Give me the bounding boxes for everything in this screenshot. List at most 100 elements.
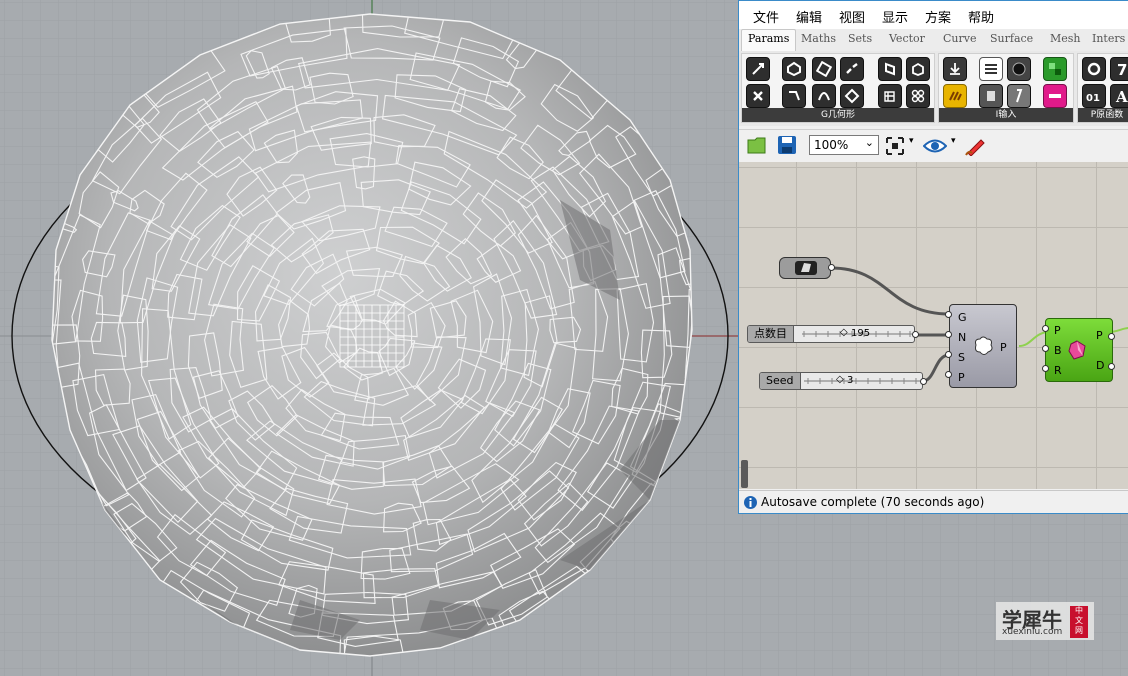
svg-text:01: 01 xyxy=(1086,93,1100,104)
watermark-sub: xuexiniu.com xyxy=(1002,627,1063,637)
line-param-icon[interactable] xyxy=(782,84,806,108)
voronoi-input-r: R xyxy=(1054,364,1062,377)
voronoi-output-p: P xyxy=(1096,329,1103,342)
panel-geometry-label[interactable]: G几何形 xyxy=(742,108,934,122)
canvas-toolbar: 100% ⌄ ▾ ▾ xyxy=(739,129,1128,163)
populate-pin-g[interactable] xyxy=(945,311,952,318)
chevron-down-icon: ⌄ xyxy=(864,136,874,149)
slider-point-count-value: 195 xyxy=(851,328,871,339)
circle-primitive-icon[interactable] xyxy=(1082,57,1106,81)
tab-maths[interactable]: Maths xyxy=(801,32,836,45)
slider-knob-icon[interactable]: ◇ xyxy=(836,374,844,385)
menu-help[interactable]: 帮助 xyxy=(968,7,994,26)
menu-bar: 文件 编辑 视图 显示 方案 帮助 xyxy=(739,1,1128,29)
voronoi-pin-b[interactable] xyxy=(1042,345,1049,352)
tab-surface[interactable]: Surface xyxy=(990,32,1033,45)
geometry-param-node[interactable] xyxy=(779,257,831,279)
input-port-n: N xyxy=(958,331,967,344)
watermark-badge-char: 文 xyxy=(1075,616,1083,625)
slider-seed-pin[interactable] xyxy=(920,378,927,385)
zoom-dropdown[interactable]: 100% ⌄ xyxy=(809,135,879,155)
value-list-icon[interactable] xyxy=(979,57,1003,81)
dropdown-arrow-icon[interactable]: ▾ xyxy=(909,136,914,146)
component-tabs: Params Maths Sets Vector Curve Surface M… xyxy=(739,29,1128,52)
boolean-icon[interactable]: 01 xyxy=(1082,84,1106,108)
svg-text:A: A xyxy=(1115,88,1128,104)
slider-point-count-pin[interactable] xyxy=(912,331,919,338)
tab-sets[interactable]: Sets xyxy=(848,32,872,45)
boolean-toggle-icon[interactable] xyxy=(1007,57,1031,81)
panel-input-label[interactable]: I输入 xyxy=(939,108,1073,122)
surface-param-icon[interactable] xyxy=(878,57,902,81)
tab-curve[interactable]: Curve xyxy=(943,32,976,45)
watermark-logo: 学犀牛 xuexiniu.com 中 文 网 xyxy=(996,602,1094,640)
voronoi-pin-out-p[interactable] xyxy=(1108,333,1115,340)
panel-primitive: 7 01 A P原函数 xyxy=(1077,53,1128,123)
output-port-p: P xyxy=(1000,341,1007,354)
populate-pin-n[interactable] xyxy=(945,331,952,338)
voronoi-pin-out-d[interactable] xyxy=(1108,363,1115,370)
sketch-brush-icon[interactable] xyxy=(965,136,987,156)
arc-param-icon[interactable] xyxy=(812,84,836,108)
gradient-icon[interactable] xyxy=(943,84,967,108)
preview-eye-icon[interactable] xyxy=(923,137,947,155)
save-file-icon[interactable] xyxy=(777,135,797,155)
zoom-extents-icon[interactable] xyxy=(885,136,905,156)
grasshopper-canvas[interactable]: 点数目 ◇ 195 Seed ◇ 3 G N S P P P B R P D xyxy=(739,162,1128,489)
voronoi-pin-r[interactable] xyxy=(1042,365,1049,372)
panel-input: I输入 xyxy=(938,53,1074,123)
slider-point-count[interactable]: 点数目 ◇ 195 xyxy=(747,325,915,343)
populate-pin-p[interactable] xyxy=(945,371,952,378)
box-param-icon[interactable] xyxy=(812,57,836,81)
populate-icon xyxy=(975,336,993,355)
status-text: Autosave complete (70 seconds ago) xyxy=(761,495,985,509)
button-icon[interactable] xyxy=(979,84,1003,108)
curve-param-icon[interactable] xyxy=(840,57,864,81)
integer-icon[interactable]: 7 xyxy=(1110,57,1128,81)
status-bar: Autosave complete (70 seconds ago) xyxy=(739,490,1128,513)
tab-inters[interactable]: Inters xyxy=(1092,32,1125,45)
menu-display[interactable]: 显示 xyxy=(882,7,908,26)
voronoi-pin-p[interactable] xyxy=(1042,325,1049,332)
watermark-badge: 中 文 网 xyxy=(1070,606,1088,638)
geometry-param-icon[interactable] xyxy=(906,84,930,108)
info-icon xyxy=(744,496,757,509)
clear-icon[interactable] xyxy=(746,84,770,108)
colour-picker-icon[interactable] xyxy=(1043,84,1067,108)
grasshopper-window[interactable]: 文件 编辑 视图 显示 方案 帮助 Params Maths Sets Vect… xyxy=(738,0,1128,514)
slider-track xyxy=(804,378,920,384)
slider-knob-icon[interactable]: ◇ xyxy=(840,327,848,338)
populate-geometry-node[interactable]: G N S P P xyxy=(949,304,1017,388)
voronoi-3d-node[interactable]: P B R P D xyxy=(1045,318,1113,382)
populate-pin-s[interactable] xyxy=(945,351,952,358)
slider-seed-label: Seed xyxy=(760,373,801,389)
menu-view[interactable]: 视图 xyxy=(839,7,865,26)
circle-param-icon[interactable] xyxy=(782,57,806,81)
menu-edit[interactable]: 编辑 xyxy=(796,7,822,26)
mesh-param-icon[interactable] xyxy=(878,84,902,108)
menu-file[interactable]: 文件 xyxy=(753,7,779,26)
slider-seed-value: 3 xyxy=(847,375,854,386)
canvas-scrollbar[interactable] xyxy=(741,460,748,488)
slider-point-count-label: 点数目 xyxy=(748,326,794,342)
voronoi-input-b: B xyxy=(1054,344,1062,357)
brep-param-icon[interactable] xyxy=(906,57,930,81)
color-swatch-icon[interactable] xyxy=(1043,57,1067,81)
point-param-icon[interactable] xyxy=(746,57,770,81)
text-icon[interactable]: A xyxy=(1110,84,1128,108)
slider-seed[interactable]: Seed ◇ 3 xyxy=(759,372,923,390)
watermark-badge-char: 中 xyxy=(1075,606,1083,615)
preview-dropdown-arrow-icon[interactable]: ▾ xyxy=(951,136,956,146)
import-icon[interactable] xyxy=(943,57,967,81)
panel-primitive-label[interactable]: P原函数 xyxy=(1078,108,1128,122)
plane-param-icon[interactable] xyxy=(840,84,864,108)
tab-mesh[interactable]: Mesh xyxy=(1050,32,1081,45)
menu-solution[interactable]: 方案 xyxy=(925,7,951,26)
voronoi-output-d: D xyxy=(1096,359,1105,372)
open-file-icon[interactable] xyxy=(747,135,767,155)
zoom-value: 100% xyxy=(814,138,849,152)
tab-params[interactable]: Params xyxy=(741,29,797,52)
geometry-output-pin[interactable] xyxy=(828,264,835,271)
graph-mapper-icon[interactable] xyxy=(1007,84,1031,108)
tab-vector[interactable]: Vector xyxy=(889,32,925,45)
